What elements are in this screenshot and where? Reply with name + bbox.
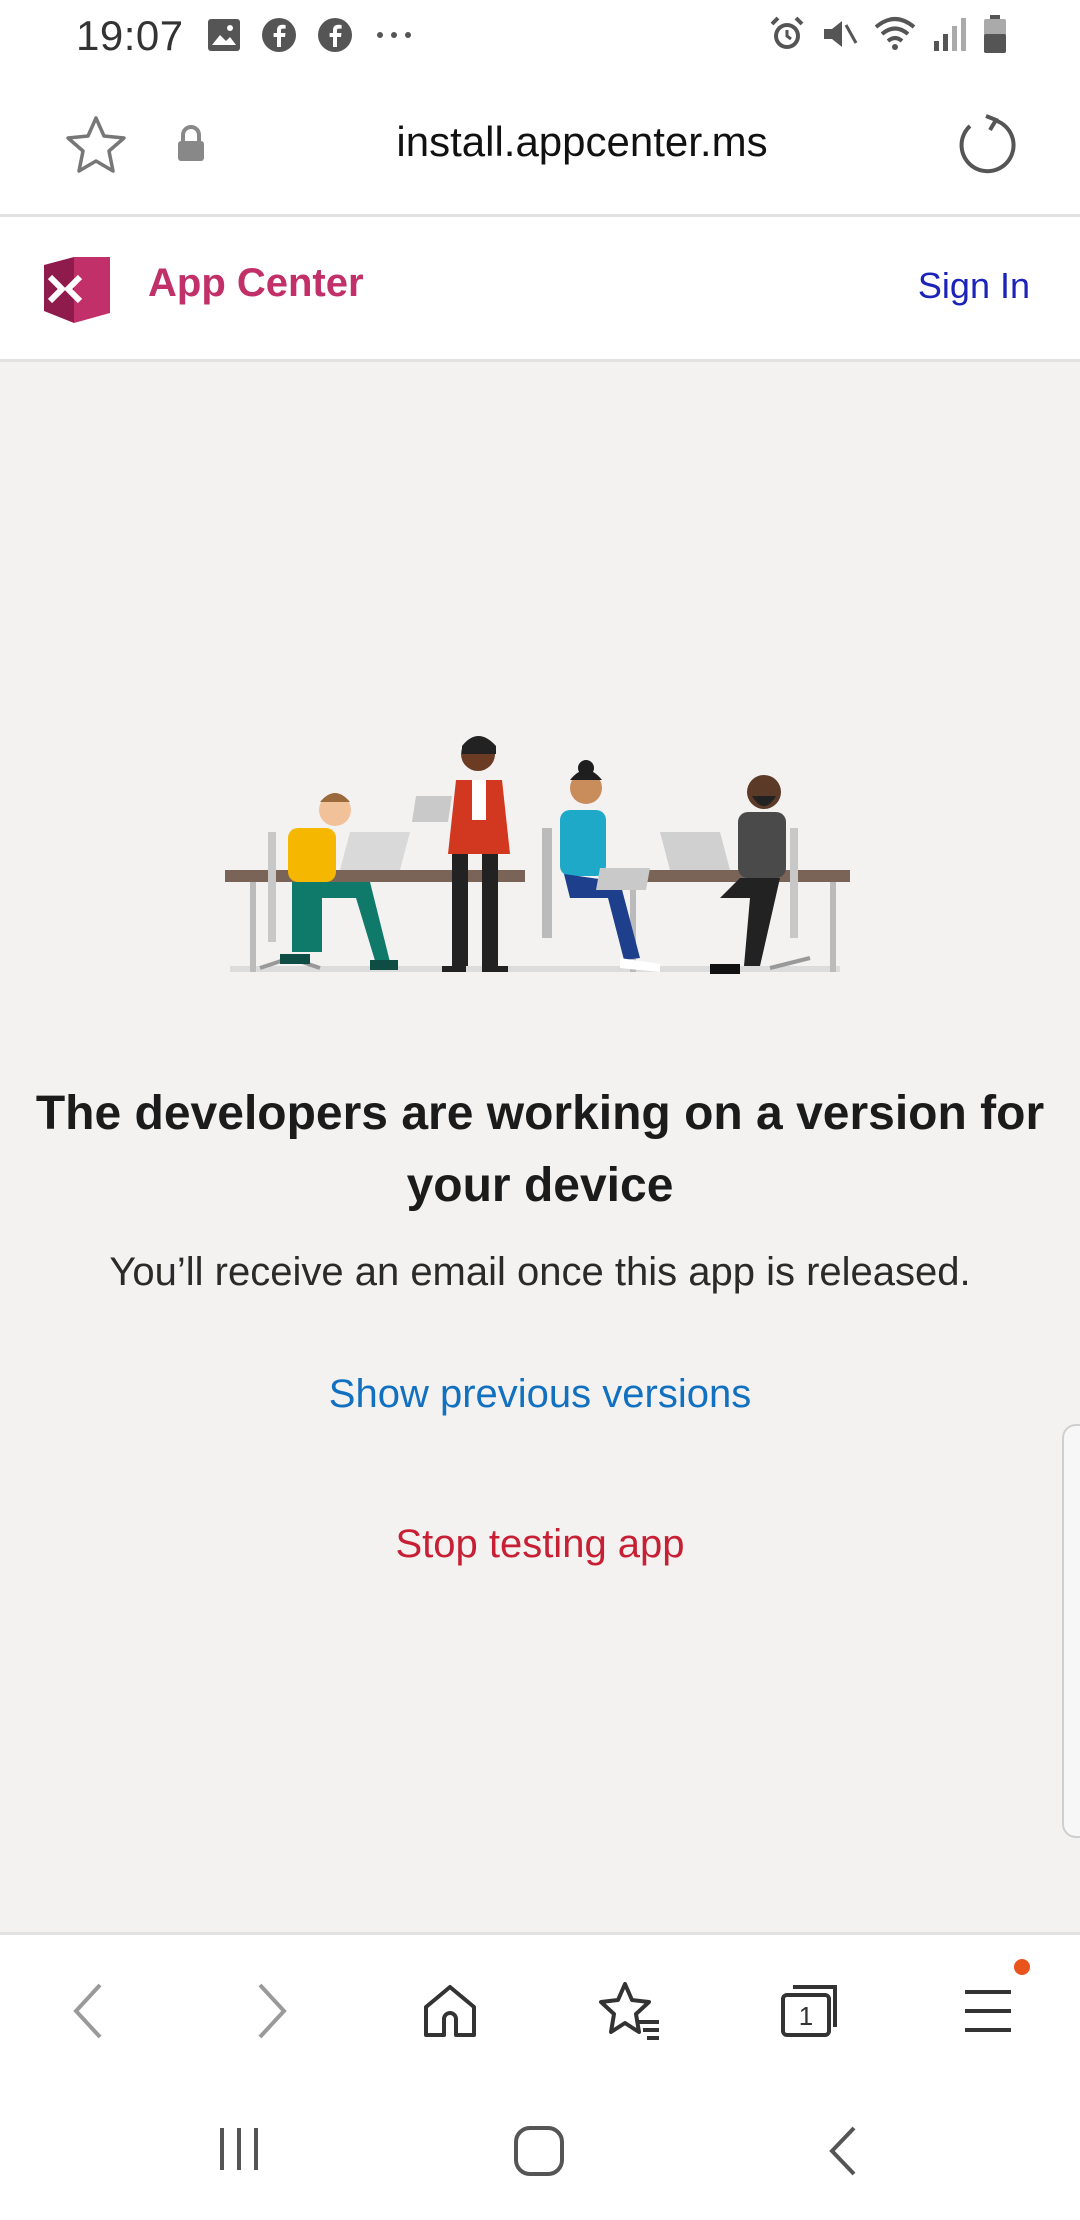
recents-icon[interactable] bbox=[214, 2124, 264, 2174]
system-back-icon[interactable] bbox=[824, 2124, 864, 2178]
main-content: The developers are working on a version … bbox=[0, 362, 1080, 1932]
bookmarks-icon[interactable] bbox=[594, 1975, 666, 2047]
reload-icon[interactable] bbox=[954, 112, 1018, 181]
stop-testing-app-link[interactable]: Stop testing app bbox=[0, 1522, 1080, 1567]
edge-panel-handle[interactable] bbox=[1062, 1424, 1080, 1838]
sign-in-link[interactable]: Sign In bbox=[918, 265, 1030, 307]
mute-icon bbox=[820, 15, 858, 53]
menu-notification-dot bbox=[1014, 1959, 1030, 1975]
browser-url-bar: install.appcenter.ms bbox=[0, 72, 1080, 217]
lock-icon bbox=[174, 124, 208, 169]
status-notification-icons bbox=[206, 16, 416, 54]
app-center-header: App Center Sign In bbox=[0, 217, 1080, 362]
back-icon[interactable] bbox=[52, 1975, 124, 2047]
release-email-notice: You’ll receive an email once this app is… bbox=[109, 1250, 971, 1294]
gallery-icon bbox=[206, 17, 242, 53]
app-center-title[interactable]: App Center bbox=[148, 261, 364, 306]
more-dots-icon bbox=[372, 17, 416, 53]
developers-team-illustration bbox=[220, 732, 860, 983]
home-square-icon[interactable] bbox=[512, 2124, 566, 2178]
facebook-icon bbox=[316, 16, 354, 54]
system-navigation-bar bbox=[0, 2072, 1080, 2220]
status-headline: The developers are working on a version … bbox=[35, 1087, 1045, 1212]
signal-icon bbox=[932, 15, 968, 53]
alarm-icon bbox=[768, 15, 806, 53]
browser-bottom-toolbar: 1 bbox=[0, 1932, 1080, 2075]
menu-icon[interactable] bbox=[952, 1959, 1030, 2047]
tab-count: 1 bbox=[799, 2001, 813, 2031]
star-icon[interactable] bbox=[64, 114, 128, 181]
status-system-icons bbox=[768, 14, 1008, 54]
facebook-icon bbox=[260, 16, 298, 54]
tabs-icon[interactable]: 1 bbox=[774, 1975, 846, 2047]
app-center-logo-icon[interactable] bbox=[40, 253, 116, 330]
wifi-icon bbox=[872, 15, 918, 53]
status-bar: 19:07 bbox=[0, 0, 1080, 72]
show-previous-versions-link[interactable]: Show previous versions bbox=[0, 1372, 1080, 1417]
home-icon[interactable] bbox=[414, 1975, 486, 2047]
url-field[interactable]: install.appcenter.ms bbox=[250, 118, 914, 166]
forward-icon[interactable] bbox=[236, 1975, 308, 2047]
battery-icon bbox=[982, 14, 1008, 54]
status-time: 19:07 bbox=[76, 12, 184, 59]
